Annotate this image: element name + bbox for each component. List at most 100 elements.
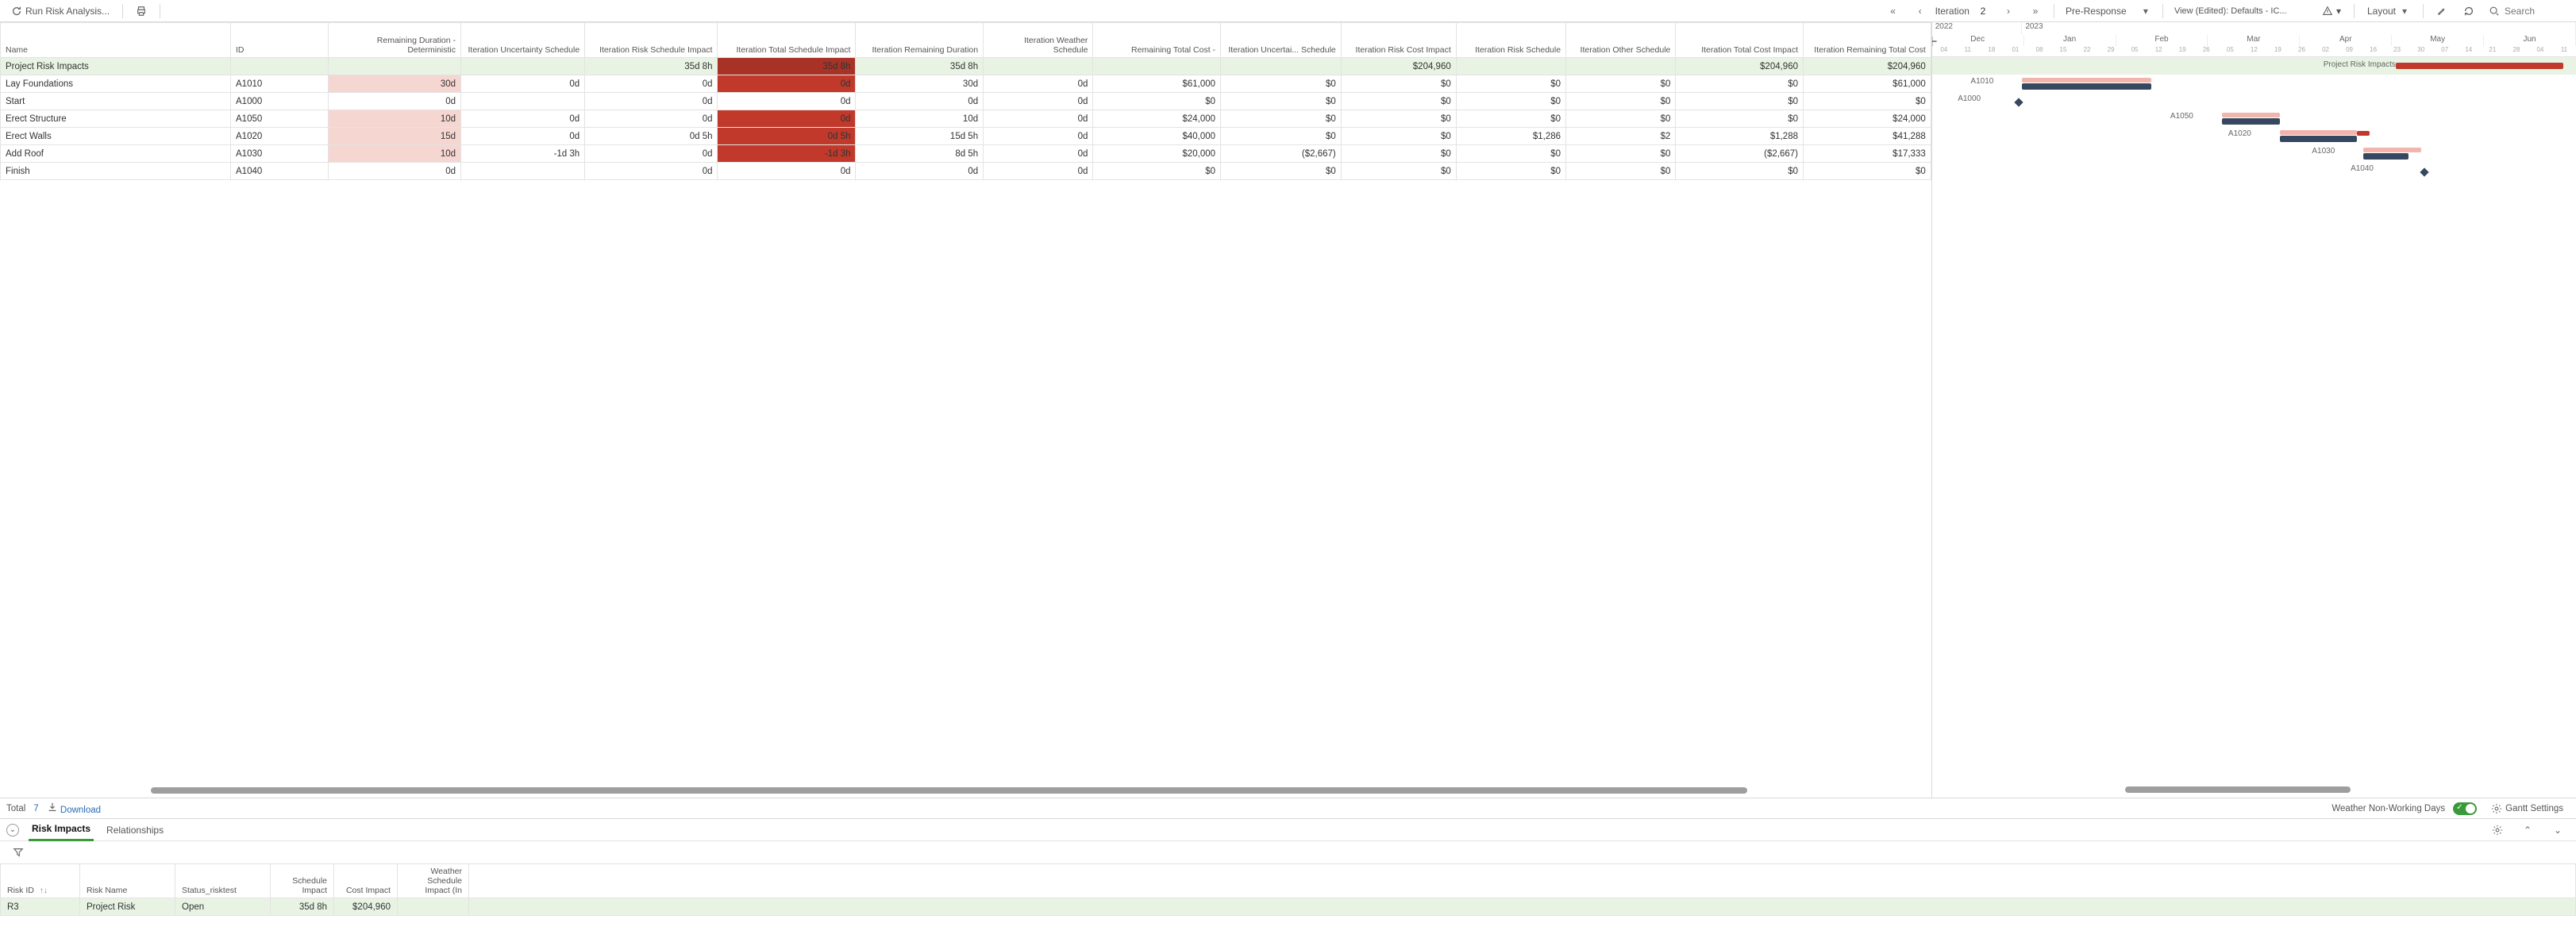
iteration-input[interactable]	[1973, 5, 1993, 17]
cell-cost-impact[interactable]: $204,960	[334, 898, 398, 916]
cell[interactable]: -1d 3h	[461, 145, 585, 163]
scenario-dropdown[interactable]: Pre-Response ▾	[2061, 3, 2156, 19]
cell-name[interactable]: Start	[1, 93, 231, 110]
cell-name[interactable]: Erect Walls	[1, 128, 231, 145]
tab-relationships[interactable]: Relationships	[103, 820, 167, 840]
cell[interactable]	[1456, 58, 1565, 75]
cell[interactable]: $204,960	[1676, 58, 1804, 75]
col-rem-total-cost[interactable]: Remaining Total Cost -	[1093, 23, 1221, 58]
find-button[interactable]	[2430, 3, 2454, 19]
cell[interactable]: ($2,667)	[1676, 145, 1804, 163]
cell[interactable]: 0d	[718, 110, 856, 128]
gantt-bar-iteration[interactable]	[2222, 118, 2280, 125]
cell[interactable]	[1221, 58, 1342, 75]
cell[interactable]: $0	[1456, 93, 1565, 110]
cell[interactable]: ($2,667)	[1221, 145, 1342, 163]
cell[interactable]: $0	[1566, 93, 1676, 110]
prev-iteration-button[interactable]: ‹	[1908, 3, 1932, 19]
col-risk-sched-impact[interactable]: Iteration Risk Schedule Impact	[585, 23, 718, 58]
cell[interactable]: $0	[1093, 163, 1221, 180]
gantt-bar-summary[interactable]	[2396, 63, 2563, 69]
cell-risk-id[interactable]: R3	[1, 898, 80, 916]
gantt-milestone[interactable]	[2420, 167, 2429, 176]
cell[interactable]: 0d	[856, 93, 984, 110]
cell-name[interactable]: Lay Foundations	[1, 75, 231, 93]
cell[interactable]: $0	[1341, 75, 1456, 93]
cell[interactable]: 35d 8h	[856, 58, 984, 75]
cell[interactable]: $0	[1341, 110, 1456, 128]
cell[interactable]: 0d	[461, 128, 585, 145]
col-risk-schedule[interactable]: Iteration Risk Schedule	[1456, 23, 1565, 58]
cell[interactable]: 0d	[585, 75, 718, 93]
cell[interactable]: $204,960	[1804, 58, 1931, 75]
gantt-bar-iteration[interactable]	[2280, 136, 2357, 142]
cell[interactable]	[328, 58, 460, 75]
gantt-bar-baseline[interactable]	[2222, 113, 2280, 117]
cell[interactable]: 0d	[585, 145, 718, 163]
col-rem-dur[interactable]: Remaining Duration - Deterministic	[328, 23, 460, 58]
cell[interactable]: $0	[1221, 75, 1342, 93]
cell-name[interactable]: Erect Structure	[1, 110, 231, 128]
first-iteration-button[interactable]: «	[1881, 3, 1905, 19]
cell-id[interactable]: A1000	[231, 93, 329, 110]
cell[interactable]: 15d	[328, 128, 460, 145]
cell[interactable]: $0	[1566, 110, 1676, 128]
col-status[interactable]: Status_risktest	[175, 864, 271, 898]
collapse-detail-button[interactable]: ⌄	[6, 824, 19, 836]
cell[interactable]: 0d	[856, 163, 984, 180]
gantt-bar-baseline[interactable]	[2022, 78, 2151, 83]
cell[interactable]: $0	[1341, 145, 1456, 163]
cell[interactable]: 0d	[585, 163, 718, 180]
cell[interactable]: $0	[1221, 128, 1342, 145]
cell[interactable]: 30d	[856, 75, 984, 93]
cell-id[interactable]: A1040	[231, 163, 329, 180]
cell-weather-impact[interactable]	[398, 898, 469, 916]
cell-id[interactable]: A1010	[231, 75, 329, 93]
cell-sched-impact[interactable]: 35d 8h	[271, 898, 334, 916]
last-iteration-button[interactable]: »	[2023, 3, 2047, 19]
cell-id[interactable]	[231, 58, 329, 75]
cell[interactable]: $0	[1456, 163, 1565, 180]
gantt-milestone[interactable]	[2015, 98, 2023, 106]
download-link[interactable]: Download	[47, 802, 101, 815]
cell[interactable]: $0	[1456, 145, 1565, 163]
cell[interactable]: $1,288	[1676, 128, 1804, 145]
col-uncert-sched[interactable]: Iteration Uncertainty Schedule	[461, 23, 585, 58]
cell[interactable]	[461, 163, 585, 180]
gantt-h-scrollbar[interactable]	[2125, 786, 2351, 793]
cell[interactable]: 35d 8h	[585, 58, 718, 75]
col-rem-total-cost2[interactable]: Iteration Remaining Total Cost	[1804, 23, 1931, 58]
cell[interactable]: $2	[1566, 128, 1676, 145]
cell[interactable]: 35d 8h	[718, 58, 856, 75]
col-total-cost-impact[interactable]: Iteration Total Cost Impact	[1676, 23, 1804, 58]
cell[interactable]: 0d	[984, 145, 1093, 163]
cell[interactable]: -1d 3h	[718, 145, 856, 163]
view-warning-button[interactable]: ▾	[2316, 3, 2347, 19]
grid-h-scrollbar[interactable]	[151, 786, 1925, 794]
cell-id[interactable]: A1030	[231, 145, 329, 163]
cell[interactable]: $0	[1456, 110, 1565, 128]
cell[interactable]: 0d	[984, 128, 1093, 145]
cell[interactable]: $0	[1221, 110, 1342, 128]
cell[interactable]: $0	[1676, 93, 1804, 110]
next-iteration-button[interactable]: ›	[1996, 3, 2020, 19]
cell[interactable]: $0	[1676, 75, 1804, 93]
refresh-button[interactable]	[2457, 3, 2481, 19]
cell[interactable]: $0	[1676, 163, 1804, 180]
cell[interactable]: $40,000	[1093, 128, 1221, 145]
cell[interactable]: $17,333	[1804, 145, 1931, 163]
cell[interactable]: $24,000	[1093, 110, 1221, 128]
col-weather-sched[interactable]: Iteration Weather Schedule	[984, 23, 1093, 58]
gantt-body[interactable]: Project Risk Impacts A1010 A1000 A1050	[1932, 57, 2576, 216]
cell[interactable]: 0d	[984, 75, 1093, 93]
cell[interactable]: $0	[1456, 75, 1565, 93]
cell[interactable]: 0d	[984, 110, 1093, 128]
view-dropdown[interactable]: View (Edited): Defaults - IC...	[2170, 4, 2312, 18]
cell[interactable]: 0d	[718, 75, 856, 93]
layout-dropdown[interactable]: Layout ▾	[2361, 3, 2416, 19]
cell[interactable]: 0d	[718, 163, 856, 180]
grid-row[interactable]: Erect StructureA105010d0d0d0d10d0d$24,00…	[1, 110, 1931, 128]
cell[interactable]	[461, 93, 585, 110]
cell[interactable]: $61,000	[1804, 75, 1931, 93]
grid-row[interactable]: Lay FoundationsA101030d0d0d0d30d0d$61,00…	[1, 75, 1931, 93]
